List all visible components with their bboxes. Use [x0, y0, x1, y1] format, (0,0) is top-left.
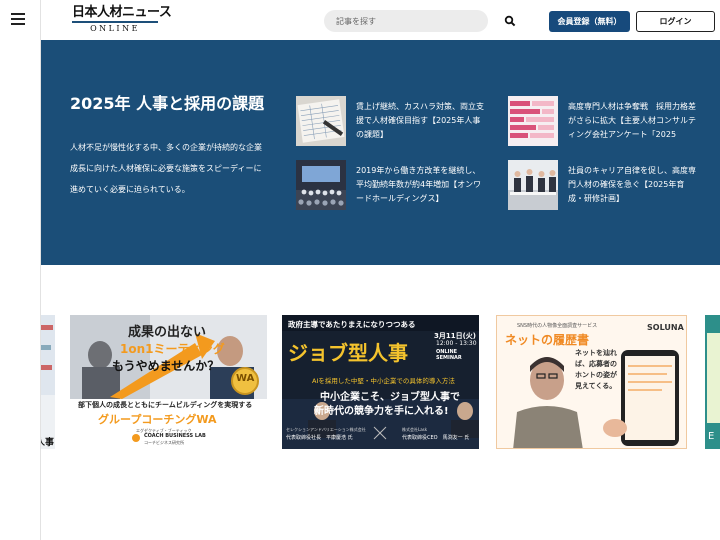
seminar-headline-2: 新時代の競争力を手に入れる! — [314, 406, 449, 417]
feature-hero: 2025年 人事と採用の課題 人材不足が慢性化する中、多くの企業が持続的な企業成… — [40, 40, 720, 265]
search-input[interactable] — [324, 10, 488, 32]
seminar-tag: ONLINE SEMINAR — [436, 349, 462, 361]
article-title: 高度専門人材は争奪戦 採用力格差がさらに拡大【主要人材コンサルティング会社アンケ… — [568, 102, 696, 139]
feature-article-card[interactable]: 2019年から働き方改革を継続し、平均勤続年数が約4年増加【オンワードホールディ… — [296, 160, 496, 212]
site-header: 日本人材ニュース ONLINE 会員登録（無料） ログイン — [40, 0, 720, 40]
article-thumbnail — [508, 96, 558, 146]
soluna-title: ネットの履歴書 — [505, 333, 590, 347]
logo-rule — [72, 21, 158, 23]
coaching-company-logo — [132, 434, 140, 442]
ad-banner-soluna[interactable]: SNS時代の人物像全面調査サービス SOLUNA ネットの履歴書 ネットを辿れば… — [496, 315, 687, 449]
feature-article-card[interactable]: 社員のキャリア自律を促し、高度専門人材の確保を急ぐ【2025年育成・研修計画】 — [508, 160, 708, 212]
article-title: 2019年から働き方改革を継続し、平均勤続年数が約4年増加【オンワードホールディ… — [356, 166, 482, 203]
article-thumbnail — [296, 96, 346, 146]
seminar-speaker-1-org: セレクションアンドバリエーション株式会社 — [286, 427, 366, 432]
login-button[interactable]: ログイン — [636, 11, 715, 32]
ad-banner-partial-right[interactable]: E — [705, 315, 720, 449]
seminar-speaker-2-org: 株式会社Lask — [402, 427, 428, 432]
side-rail — [0, 0, 41, 540]
partial-banner-text: E — [708, 431, 715, 442]
ad-banner-partial-left[interactable]: 人事 — [40, 315, 55, 449]
feature-article-card[interactable]: 高度専門人材は争奪戦 採用力格差がさらに拡大【主要人材コンサルティング会社アンケ… — [508, 96, 708, 148]
hamburger-icon[interactable] — [11, 13, 25, 25]
feature-title[interactable]: 2025年 人事と採用の課題 — [70, 94, 270, 114]
coaching-company: COACH BUSINESS LAB — [144, 433, 206, 439]
logo-main-text: 日本人材ニュース — [72, 5, 172, 20]
ad-banner-carousel: 人事 成果の出ない 1on1ミーティング もうやめませんか？ WA 部下個人の成… — [40, 315, 720, 449]
coaching-subline: 部下個人の成長とともにチームビルディングを実現する — [78, 401, 253, 409]
seminar-tagline: 政府主導であたりまえになりつつある — [288, 320, 416, 329]
coaching-company-jp: コーチビジネス研究所 — [144, 440, 184, 445]
soluna-tagline: SNS時代の人物像全面調査サービス — [517, 323, 598, 329]
soluna-brand: SOLUNA — [647, 323, 684, 332]
ad-banner-coaching[interactable]: 成果の出ない 1on1ミーティング もうやめませんか？ WA 部下個人の成長とと… — [70, 315, 267, 449]
feature-article-card[interactable]: 賃上げ継続、カスハラ対策、両立支援で人材確保目指す【2025年人事の課題】 — [296, 96, 496, 148]
register-button[interactable]: 会員登録（無料） — [549, 11, 630, 32]
seminar-subtitle: AIを採用した中堅・中小企業での具体的導入方法 — [312, 377, 455, 385]
seminar-speaker-2: 代表取締役CEO 馬渕友一 氏 — [402, 435, 470, 441]
article-title: 賃上げ継続、カスハラ対策、両立支援で人材確保目指す【2025年人事の課題】 — [356, 102, 484, 139]
article-thumbnail — [508, 160, 558, 210]
article-title: 社員のキャリア自律を促し、高度専門人材の確保を急ぐ【2025年育成・研修計画】 — [568, 166, 696, 203]
search-icon[interactable] — [504, 15, 516, 27]
seminar-speaker-1: 代表取締役社長 平康慶浩 氏 — [286, 435, 353, 441]
ad-banner-seminar[interactable]: 政府主導であたりまえになりつつある ジョブ型人事 3月11日(火) 12:00 … — [282, 315, 479, 449]
partial-banner-panel — [707, 333, 720, 423]
partial-banner-text: 人事 — [40, 438, 55, 448]
seminar-time: 12:00 - 13:30 — [436, 340, 477, 347]
soluna-copy: ネットを辿れば、応募者のホントの姿が見えてくる。 — [575, 349, 617, 390]
site-logo[interactable]: 日本人材ニュース ONLINE — [72, 5, 172, 34]
logo-sub-text: ONLINE — [90, 24, 140, 33]
article-thumbnail — [296, 160, 346, 210]
coaching-product: グループコーチングWA — [98, 413, 217, 426]
coaching-highlight: 1on1ミーティング — [120, 342, 225, 356]
feature-description: 人材不足が慢性化する中、多くの企業が持続的な企業成長に向けた人材確保に必要な施策… — [70, 143, 262, 194]
seminar-title: ジョブ型人事 — [288, 341, 408, 365]
seminar-headline-1: 中小企業こそ、ジョブ型人事で — [320, 392, 460, 403]
coaching-question: もうやめませんか？ — [112, 359, 220, 373]
coaching-headline: 成果の出ない — [128, 325, 207, 340]
coaching-badge: WA — [236, 373, 255, 384]
